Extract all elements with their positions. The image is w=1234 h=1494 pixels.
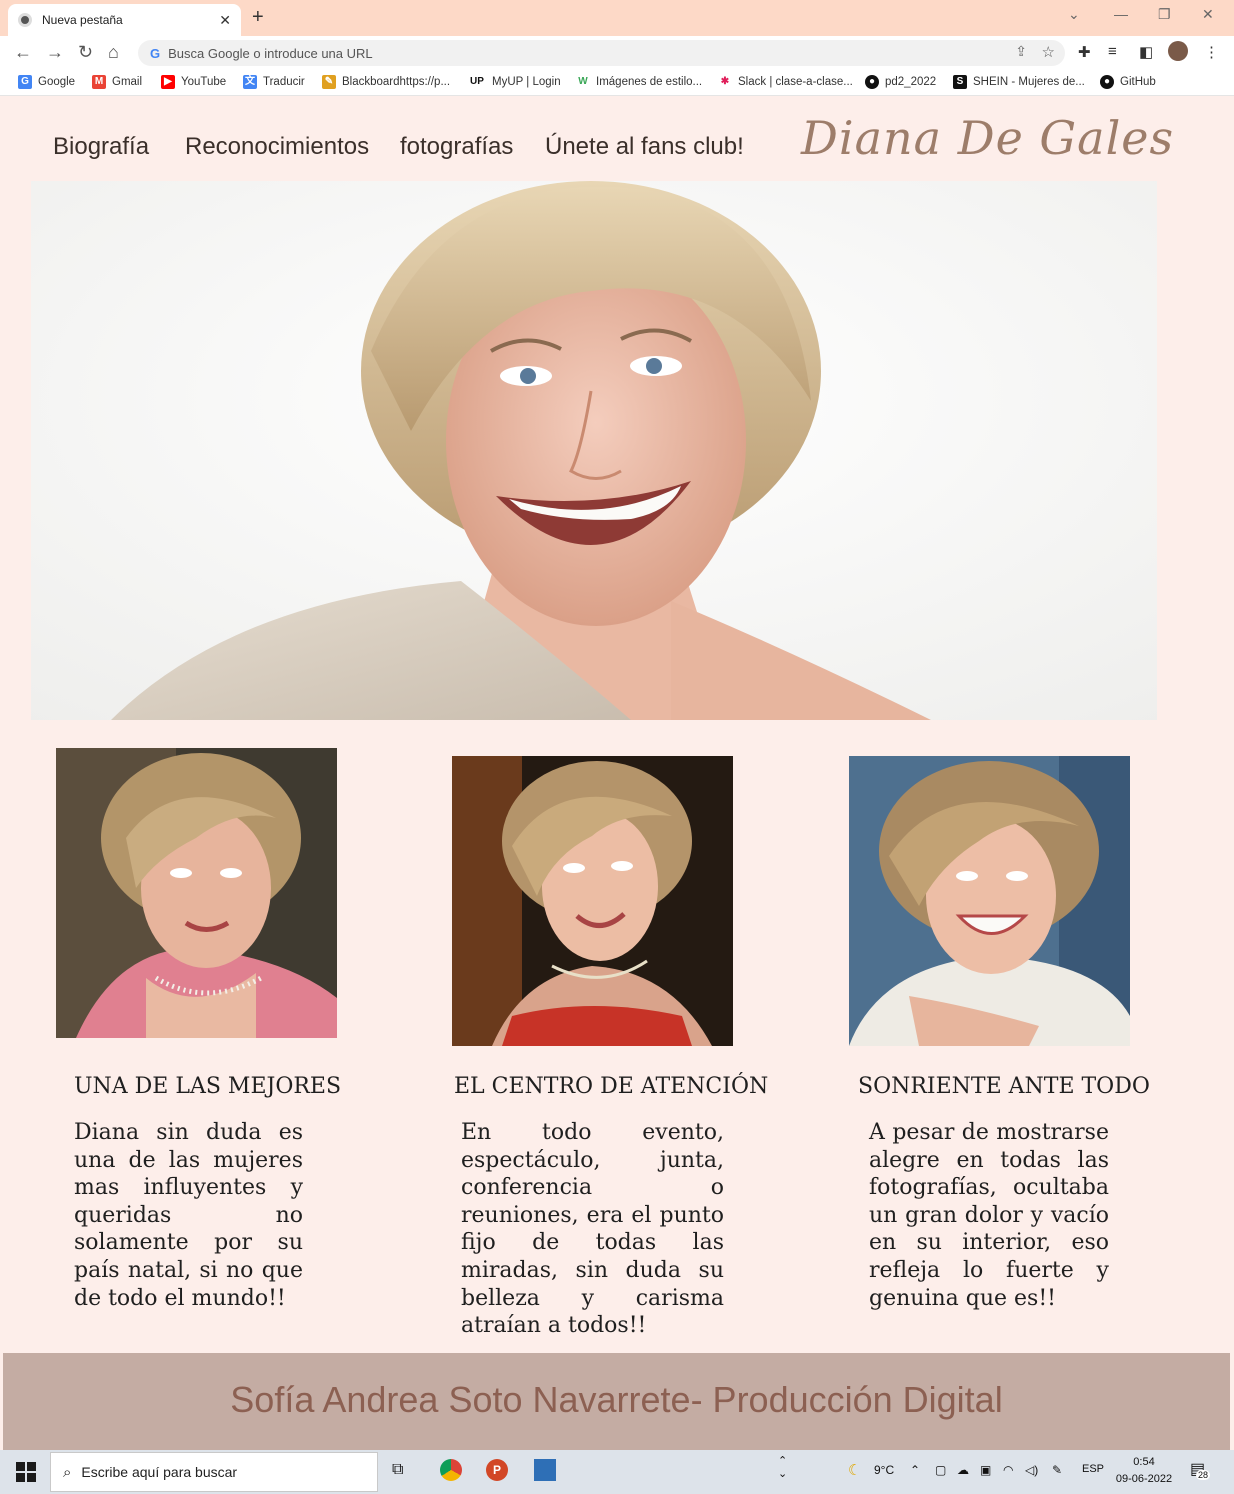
bookmark-google[interactable]: G Google xyxy=(18,75,75,89)
side-panel-icon[interactable]: ◧ xyxy=(1139,43,1153,61)
photos-icon[interactable] xyxy=(534,1459,556,1481)
w-icon: W xyxy=(576,75,590,89)
footer-text: Sofía Andrea Soto Navarrete- Producción … xyxy=(230,1379,1003,1420)
extensions-icon[interactable]: ✚ xyxy=(1078,43,1091,61)
chrome-taskbar-icon[interactable] xyxy=(440,1459,462,1481)
site-title: Diana De Gales xyxy=(801,111,1175,165)
address-placeholder: Busca Google o introduce una URL xyxy=(168,45,373,61)
onedrive-icon[interactable]: ☁ xyxy=(957,1463,969,1477)
forward-icon[interactable]: → xyxy=(46,42,64,62)
star-icon[interactable]: ☆ xyxy=(1042,43,1055,61)
google-icon: G xyxy=(150,45,161,61)
menu-icon[interactable]: ⋮ xyxy=(1204,43,1219,61)
card-text-3: A pesar de mostrarse alegre en todas las… xyxy=(869,1120,1109,1311)
search-icon: ⌕ xyxy=(63,1463,72,1481)
tab-title: Nueva pestaña xyxy=(42,13,123,27)
minimize-icon[interactable]: — xyxy=(1114,6,1128,22)
bookmark-blackboard[interactable]: ✎ Blackboardhttps://p... xyxy=(322,75,450,89)
clock-date: 09-06-2022 xyxy=(1115,1473,1173,1485)
blackboard-icon: ✎ xyxy=(322,75,336,89)
restore-icon[interactable]: ❐ xyxy=(1158,6,1171,23)
notification-count: 28 xyxy=(1196,1470,1211,1480)
wifi-icon[interactable]: ◠ xyxy=(1003,1463,1013,1477)
chevron-up-icon[interactable]: ⌃ xyxy=(910,1463,920,1477)
card-title-1: UNA DE LAS MEJORES xyxy=(74,1074,342,1099)
windows-start-icon[interactable] xyxy=(16,1462,36,1482)
card-text-1: Diana sin duda es una de las mujeres mas… xyxy=(74,1120,303,1311)
github-icon: ● xyxy=(865,75,879,89)
bookmark-slack[interactable]: ✱ Slack | clase-a-clase... xyxy=(718,75,853,89)
back-icon[interactable]: ← xyxy=(14,42,32,62)
volume-icon[interactable]: ◁) xyxy=(1025,1463,1038,1477)
page-content: Biografía Reconocimientos fotografías Ún… xyxy=(3,97,1230,1450)
card-photo-3 xyxy=(849,756,1130,1046)
google-icon: G xyxy=(18,75,32,89)
window-close-icon[interactable]: ✕ xyxy=(1202,6,1214,23)
bookmark-pd2[interactable]: ● pd2_2022 xyxy=(865,75,936,89)
reading-list-icon[interactable]: ≡ xyxy=(1108,43,1117,60)
meet-icon[interactable]: ▢ xyxy=(935,1463,946,1477)
card-photo-2 xyxy=(452,756,733,1046)
nav-fotografias[interactable]: fotografías xyxy=(400,133,513,161)
browser-toolbar: ← → ↻ ⌂ G Busca Google o introduce una U… xyxy=(0,36,1234,70)
nav-reconocimientos[interactable]: Reconocimientos xyxy=(185,133,369,161)
github-icon: ● xyxy=(1100,75,1114,89)
bookmark-shein[interactable]: S SHEIN - Mujeres de... xyxy=(953,75,1085,89)
powerpoint-icon[interactable]: P xyxy=(486,1459,508,1481)
nav-fans-club[interactable]: Únete al fans club! xyxy=(545,133,744,161)
pen-icon[interactable]: ✎ xyxy=(1052,1463,1062,1477)
bookmark-myup[interactable]: UP MyUP | Login xyxy=(468,75,561,89)
bookmark-youtube[interactable]: ▶ YouTube xyxy=(161,75,226,89)
taskbar-scroll-icon[interactable]: ⌃ ⌄ xyxy=(778,1454,787,1480)
gmail-icon: M xyxy=(92,75,106,89)
card-photo-1 xyxy=(56,748,337,1038)
reload-icon[interactable]: ↻ xyxy=(78,42,93,62)
card-title-3: SONRIENTE ANTE TODO xyxy=(858,1074,1150,1099)
windows-taskbar: ⌕ Escribe aquí para buscar ⧉ P ⌃ ⌄ ☾ 9°C … xyxy=(0,1450,1234,1494)
card-text-2: En todo evento, espectáculo, junta, conf… xyxy=(461,1120,724,1339)
taskbar-search[interactable]: ⌕ Escribe aquí para buscar xyxy=(50,1452,378,1492)
clock-time: 0:54 xyxy=(1133,1456,1155,1468)
address-bar[interactable]: G Busca Google o introduce una URL ⇪ ☆ xyxy=(138,40,1065,66)
home-icon[interactable]: ⌂ xyxy=(108,42,119,62)
tab-search-icon[interactable]: ⌄ xyxy=(1068,6,1080,23)
bookmark-github[interactable]: ● GitHub xyxy=(1100,75,1156,89)
hero-photo xyxy=(31,181,1157,720)
translate-icon: 文 xyxy=(243,75,257,89)
close-icon[interactable]: ✕ xyxy=(219,12,231,29)
card-title-2: EL CENTRO DE ATENCIÓN xyxy=(454,1074,769,1099)
up-icon: UP xyxy=(468,75,486,89)
bookmark-imagenes[interactable]: W Imágenes de estilo... xyxy=(576,75,702,89)
network-icon[interactable]: ▣ xyxy=(980,1463,991,1477)
moon-weather-icon: ☾ xyxy=(848,1462,862,1479)
bookmark-traducir[interactable]: 文 Traducir xyxy=(243,75,305,89)
language-indicator[interactable]: ESP xyxy=(1082,1463,1104,1475)
bookmark-gmail[interactable]: M Gmail xyxy=(92,75,142,89)
shein-icon: S xyxy=(953,75,967,89)
slack-icon: ✱ xyxy=(718,75,732,89)
browser-titlebar: Nueva pestaña ✕ + ⌄ — ❐ ✕ xyxy=(0,0,1234,36)
browser-tab[interactable]: Nueva pestaña ✕ xyxy=(8,4,241,36)
chrome-icon xyxy=(18,13,32,27)
site-footer: Sofía Andrea Soto Navarrete- Producción … xyxy=(3,1353,1230,1450)
clock[interactable]: 0:54 09-06-2022 xyxy=(1112,1454,1176,1488)
share-icon[interactable]: ⇪ xyxy=(1015,43,1027,60)
new-tab-icon[interactable]: + xyxy=(252,6,264,29)
nav-biografia[interactable]: Biografía xyxy=(53,133,149,161)
taskbar-search-placeholder: Escribe aquí para buscar xyxy=(81,1464,238,1480)
task-view-icon[interactable]: ⧉ xyxy=(392,1461,403,1479)
profile-avatar[interactable] xyxy=(1168,41,1188,61)
youtube-icon: ▶ xyxy=(161,75,175,89)
bookmarks-bar: G Google M Gmail ▶ YouTube 文 Traducir ✎ Black… xyxy=(0,70,1234,96)
weather-temp[interactable]: 9°C xyxy=(874,1463,894,1477)
